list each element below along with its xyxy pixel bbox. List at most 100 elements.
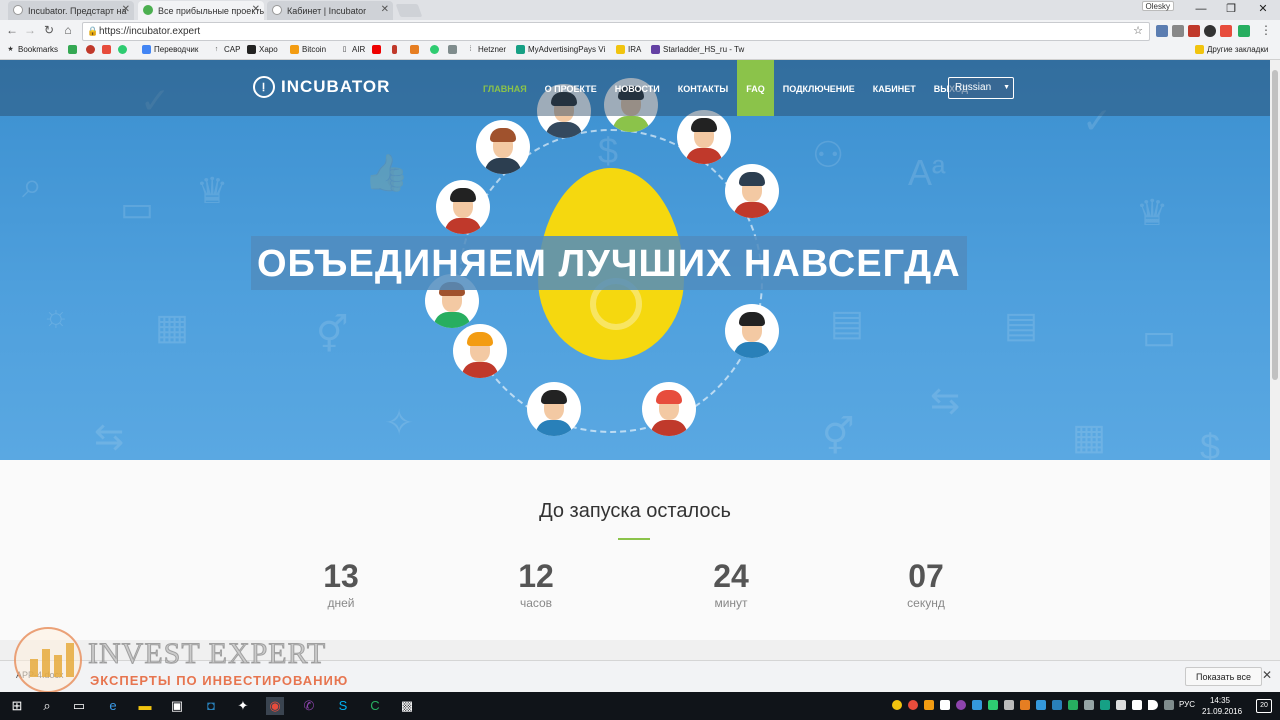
- download-item[interactable]: APP-4.docx: [16, 670, 64, 680]
- minimize-icon[interactable]: —: [1186, 0, 1216, 18]
- bookmark-item[interactable]: [68, 45, 77, 54]
- chart-icon: [410, 45, 419, 54]
- menu-item-about[interactable]: О ПРОЕКТЕ: [536, 60, 606, 116]
- extension-icon[interactable]: [1172, 25, 1184, 37]
- bookmark-xapo[interactable]: Харо: [247, 45, 278, 54]
- explorer-icon[interactable]: ▬: [136, 697, 154, 715]
- tray-icon[interactable]: [972, 700, 982, 710]
- store-icon[interactable]: ▣: [168, 697, 186, 715]
- outlook-icon[interactable]: ◘: [202, 697, 220, 715]
- tray-icon[interactable]: [1084, 700, 1094, 710]
- bookmark-star-icon[interactable]: ☆: [1133, 23, 1143, 40]
- home-icon[interactable]: ⌂: [60, 23, 76, 37]
- bookmark-air[interactable]: ▯ AIR: [340, 45, 366, 54]
- extension-icon[interactable]: [1204, 25, 1216, 37]
- menu-icon[interactable]: ⋮: [1258, 23, 1274, 37]
- bookmark-item[interactable]: [392, 45, 397, 54]
- maximize-icon[interactable]: ❐: [1216, 0, 1246, 18]
- bookmark-item[interactable]: [86, 45, 95, 54]
- tray-icon[interactable]: [940, 700, 950, 710]
- gender-icon: ⚥: [822, 416, 855, 457]
- notification-center-icon[interactable]: 20: [1256, 699, 1272, 713]
- bookmark-other[interactable]: Другие закладки: [1195, 45, 1268, 54]
- bookmark-cap[interactable]: ↑ CAP: [212, 45, 241, 54]
- bookmark-item[interactable]: [372, 45, 381, 54]
- keyboard-icon[interactable]: [1164, 700, 1174, 710]
- bookmark-ira[interactable]: IRA: [616, 45, 641, 54]
- site-logo[interactable]: ⵑ INCUBATOR: [253, 76, 390, 98]
- tray-icon[interactable]: [1004, 700, 1014, 710]
- volume-icon[interactable]: [1148, 700, 1158, 710]
- windows-start-icon[interactable]: ⊞: [8, 697, 26, 715]
- tray-icon[interactable]: [1116, 700, 1126, 710]
- chrome-icon[interactable]: ◉: [266, 697, 284, 715]
- menu-item-faq[interactable]: FAQ: [737, 60, 774, 116]
- tray-icon[interactable]: [1020, 700, 1030, 710]
- tab-all-projects[interactable]: Все прибыльные проекты ✕: [138, 1, 264, 20]
- bookmark-bitcoin[interactable]: Bitcoin: [290, 45, 326, 54]
- tray-icon[interactable]: [956, 700, 966, 710]
- tray-icon[interactable]: [988, 700, 998, 710]
- scrollbar-thumb[interactable]: [1272, 70, 1278, 380]
- close-window-icon[interactable]: ✕: [1248, 0, 1278, 18]
- bookmark-item[interactable]: [448, 45, 457, 54]
- close-icon[interactable]: ✕: [1262, 668, 1272, 682]
- extension-icon[interactable]: [1156, 25, 1168, 37]
- bookmark-item[interactable]: [102, 45, 111, 54]
- tray-icon[interactable]: [1036, 700, 1046, 710]
- close-icon[interactable]: ✕: [381, 4, 389, 15]
- task-view-icon[interactable]: ▭: [70, 697, 88, 715]
- red-icon: [392, 45, 397, 54]
- extension-icon[interactable]: [1188, 25, 1200, 37]
- incubator-favicon-icon: [13, 5, 23, 15]
- viber-icon[interactable]: ✆: [300, 697, 318, 715]
- bookmark-item[interactable]: ★ Bookmarks: [6, 45, 58, 54]
- tray-icon[interactable]: [1100, 700, 1110, 710]
- menu-item-contacts[interactable]: КОНТАКТЫ: [669, 60, 737, 116]
- tray-icon[interactable]: [908, 700, 918, 710]
- page-scrollbar[interactable]: [1270, 60, 1280, 690]
- edge-icon[interactable]: e: [104, 697, 122, 715]
- address-bar[interactable]: 🔒 https://incubator.expert ☆: [82, 22, 1150, 41]
- bookmark-item[interactable]: [410, 45, 419, 54]
- tab-incubator-prestart[interactable]: Incubator. Предстарт на ✕: [8, 1, 134, 20]
- map-icon: [516, 45, 525, 54]
- extension-icon[interactable]: [1238, 25, 1250, 37]
- network-icon[interactable]: [1132, 700, 1142, 710]
- bookmark-item[interactable]: [118, 45, 127, 54]
- taskbar-clock[interactable]: 14:35 21.09.2016: [1202, 695, 1242, 717]
- forward-icon[interactable]: →: [22, 23, 38, 37]
- back-icon[interactable]: ←: [4, 23, 20, 37]
- show-all-button[interactable]: Показать все: [1185, 667, 1262, 686]
- menu-item-home[interactable]: ГЛАВНАЯ: [474, 60, 536, 116]
- camtasia-icon[interactable]: C: [366, 697, 384, 715]
- language-select[interactable]: Russian ▼: [948, 77, 1014, 99]
- tray-icon[interactable]: [1052, 700, 1062, 710]
- menu-item-cabinet[interactable]: КАБИНЕТ: [864, 60, 925, 116]
- countdown-value: 07: [908, 558, 944, 594]
- tray-icon[interactable]: [1068, 700, 1078, 710]
- menu-item-news[interactable]: НОВОСТИ: [606, 60, 669, 116]
- new-tab-button[interactable]: [395, 4, 423, 17]
- bookmark-item[interactable]: [430, 45, 439, 54]
- app-icon[interactable]: ✦: [234, 697, 252, 715]
- tray-icon[interactable]: [892, 700, 902, 710]
- profile-button[interactable]: Olesky: [1141, 1, 1174, 11]
- extension-icon[interactable]: [1220, 25, 1232, 37]
- thumbs-up-icon: 👍: [364, 152, 409, 193]
- reload-icon[interactable]: ↻: [41, 23, 57, 37]
- close-icon[interactable]: ✕: [252, 4, 260, 15]
- menu-item-connect[interactable]: ПОДКЛЮЧЕНИЕ: [774, 60, 864, 116]
- bookmark-hetzner[interactable]: ⁞ Hetzner: [466, 45, 507, 54]
- input-language[interactable]: РУС: [1179, 700, 1195, 709]
- tab-cabinet[interactable]: Кабинет | Incubator ✕: [267, 1, 393, 20]
- bookmark-myadvertisingpays[interactable]: MyAdvertisingPays Vi: [516, 45, 605, 54]
- search-icon[interactable]: ⌕: [38, 697, 56, 715]
- close-icon[interactable]: ✕: [122, 4, 130, 15]
- bookmark-translator[interactable]: Переводчик: [142, 45, 198, 54]
- tray-icon[interactable]: [924, 700, 934, 710]
- skype-icon[interactable]: S: [334, 697, 352, 715]
- bookmark-starladder[interactable]: Starladder_HS_ru - Tw: [651, 45, 744, 54]
- avatar: [677, 110, 731, 164]
- app-icon[interactable]: ▩: [398, 697, 416, 715]
